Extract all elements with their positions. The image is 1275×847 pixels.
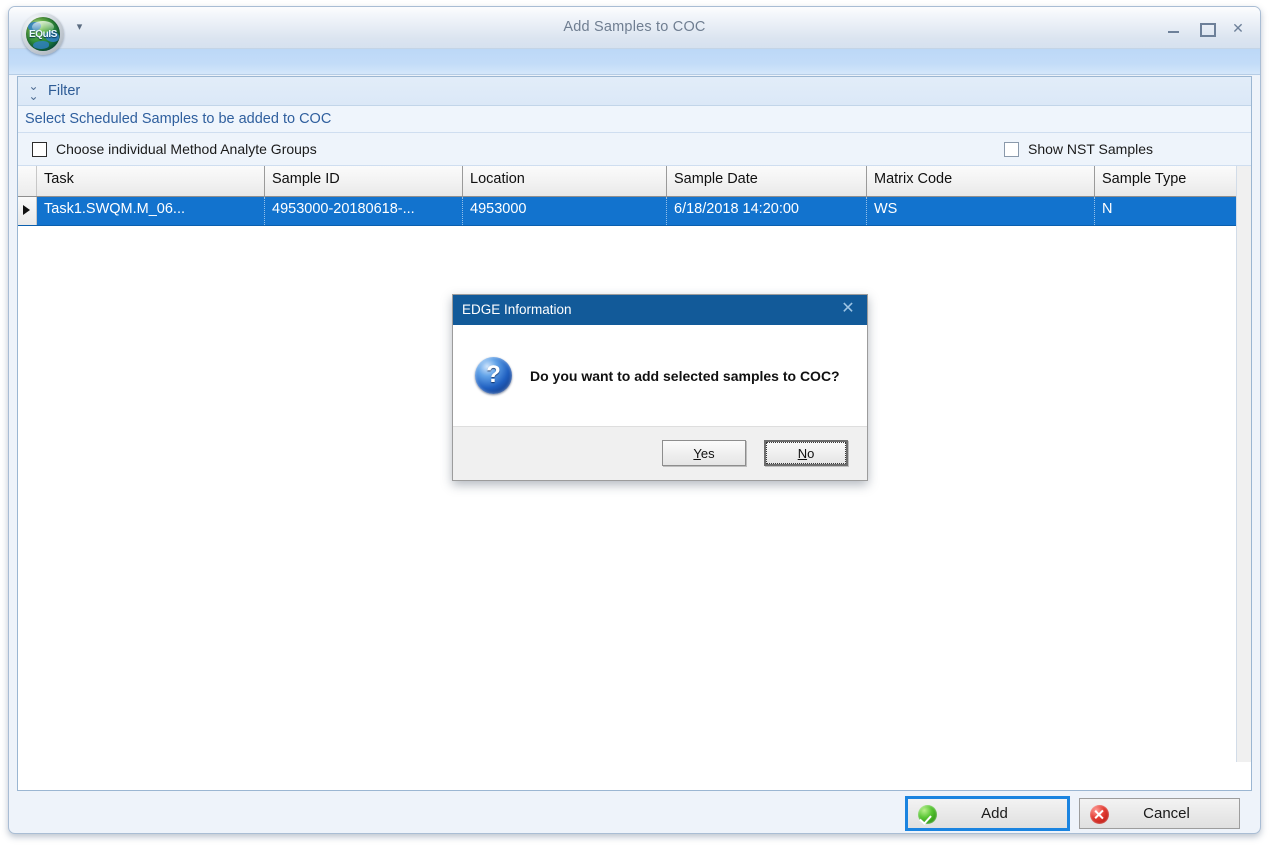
table-row[interactable]: Task1.SWQM.M_06... 4953000-20180618-... …	[18, 197, 1251, 226]
add-button[interactable]: Add	[905, 795, 1070, 831]
column-header-sample-type[interactable]: Sample Type	[1095, 166, 1251, 196]
ribbon-accent-strip	[9, 49, 1260, 75]
title-bar: EQuIS ▾ Add Samples to COC ✕	[9, 7, 1260, 55]
filter-bar[interactable]: ⌄ ⌄ Filter	[18, 77, 1251, 106]
show-nst-label: Show NST Samples	[1027, 141, 1153, 157]
red-x-circle-icon	[1090, 804, 1109, 824]
row-gutter[interactable]	[18, 197, 37, 225]
cell-sample-type[interactable]: N	[1095, 197, 1251, 225]
dialog-no-button[interactable]: No	[764, 440, 848, 466]
column-header-task[interactable]: Task	[37, 166, 265, 196]
cell-matrix-code[interactable]: WS	[867, 197, 1095, 225]
window-controls: ✕	[1166, 20, 1246, 37]
maximize-button[interactable]	[1198, 20, 1216, 37]
cell-sample-date[interactable]: 6/18/2018 14:20:00	[667, 197, 867, 225]
green-check-circle-icon	[918, 804, 937, 824]
method-analyte-checkbox-group[interactable]: Choose individual Method Analyte Groups	[32, 141, 317, 157]
row-indicator-triangle-icon	[23, 205, 30, 215]
chevron-double-down-icon[interactable]: ⌄ ⌄	[26, 80, 40, 102]
dialog-close-icon[interactable]: ✕	[839, 300, 857, 318]
footer-button-bar: Add Cancel	[17, 793, 1252, 833]
dialog-title-bar: EDGE Information ✕	[453, 295, 867, 325]
column-header-matrix-code[interactable]: Matrix Code	[867, 166, 1095, 196]
dialog-body: ? Do you want to add selected samples to…	[453, 325, 867, 426]
dialog-no-focus-rect: No	[766, 442, 846, 464]
minimize-button[interactable]	[1166, 20, 1182, 36]
instruction-text: Select Scheduled Samples to be added to …	[18, 106, 1251, 133]
method-analyte-checkbox[interactable]	[32, 141, 47, 157]
question-mark-icon: ?	[475, 357, 512, 394]
dialog-yes-button[interactable]: Yes	[662, 440, 746, 466]
edge-information-dialog: EDGE Information ✕ ? Do you want to add …	[452, 294, 868, 481]
minimize-icon	[1168, 31, 1179, 33]
show-nst-checkbox-group[interactable]: Show NST Samples	[1003, 141, 1153, 157]
yes-accel-char: Y	[693, 445, 701, 461]
grid-header-row: Task Sample ID Location Sample Date Matr…	[18, 166, 1251, 197]
cancel-button[interactable]: Cancel	[1079, 797, 1240, 829]
window-title: Add Samples to COC	[563, 19, 706, 35]
options-row: Choose individual Method Analyte Groups …	[18, 133, 1251, 166]
question-mark-glyph: ?	[486, 361, 501, 388]
cell-location[interactable]: 4953000	[463, 197, 667, 225]
grid-gutter-header	[18, 166, 37, 196]
dialog-message: Do you want to add selected samples to C…	[530, 367, 840, 384]
column-header-sample-id[interactable]: Sample ID	[265, 166, 463, 196]
globe-continent-3	[33, 41, 49, 49]
column-header-sample-date[interactable]: Sample Date	[667, 166, 867, 196]
no-accel-char: N	[797, 445, 808, 461]
yes-rest-label: es	[700, 445, 715, 461]
no-rest-label: o	[807, 445, 815, 461]
dialog-title: EDGE Information	[462, 302, 572, 317]
screen-root: EQuIS ▾ Add Samples to COC ✕ ⌄ ⌄ Filter S…	[0, 0, 1275, 847]
method-analyte-label: Choose individual Method Analyte Groups	[56, 141, 317, 157]
close-button[interactable]: ✕	[1230, 20, 1246, 36]
cell-task[interactable]: Task1.SWQM.M_06...	[37, 197, 265, 225]
show-nst-checkbox[interactable]	[1003, 141, 1019, 157]
filter-label: Filter	[48, 83, 81, 99]
column-header-location[interactable]: Location	[463, 166, 667, 196]
cell-sample-id[interactable]: 4953000-20180618-...	[265, 197, 463, 225]
maximize-icon	[1200, 23, 1216, 37]
dialog-button-bar: Yes No	[453, 426, 867, 479]
grid-vertical-scrollbar[interactable]	[1236, 166, 1251, 762]
